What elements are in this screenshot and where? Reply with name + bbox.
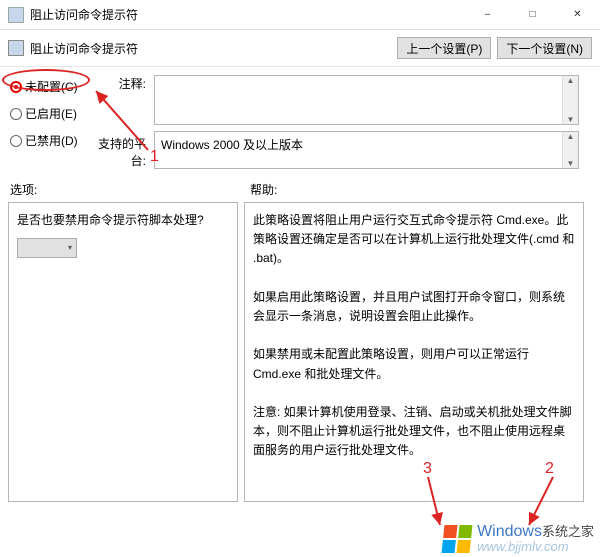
policy-icon: [8, 40, 24, 56]
scrollbar[interactable]: ▲▼: [562, 76, 578, 124]
window-title: 阻止访问命令提示符: [30, 6, 465, 23]
options-label: 选项:: [10, 181, 250, 198]
titlebar: 阻止访问命令提示符 – □ ✕: [0, 0, 600, 30]
radio-enabled[interactable]: 已启用(E): [10, 105, 92, 122]
watermark-sub: 系统之家: [542, 524, 594, 539]
next-setting-button[interactable]: 下一个设置(N): [497, 37, 592, 59]
policy-title: 阻止访问命令提示符: [30, 40, 391, 57]
config-area: 未配置(C) 已启用(E) 已禁用(D) 注释: ▲▼ 支持的平台: Windo…: [0, 69, 600, 173]
prev-setting-button[interactable]: 上一个设置(P): [397, 37, 491, 59]
windows-logo-icon: [442, 525, 473, 553]
platform-label: 支持的平台:: [96, 131, 154, 169]
help-panel: 此策略设置将阻止用户运行交互式命令提示符 Cmd.exe。此策略设置还确定是否可…: [244, 202, 584, 502]
options-question: 是否也要禁用命令提示符脚本处理?: [17, 211, 229, 230]
radio-dot-icon: [10, 108, 22, 120]
help-paragraph: 此策略设置将阻止用户运行交互式命令提示符 Cmd.exe。此策略设置还确定是否可…: [253, 211, 575, 269]
radio-label: 已启用(E): [25, 105, 77, 122]
help-paragraph: 注意: 如果计算机使用登录、注销、启动或关机批处理文件脚本，则不阻止计算机运行批…: [253, 403, 575, 461]
radio-dot-icon: [10, 81, 22, 93]
minimize-button[interactable]: –: [465, 1, 510, 29]
close-button[interactable]: ✕: [555, 1, 600, 29]
radio-label: 未配置(C): [25, 78, 78, 95]
scrollbar[interactable]: ▲▼: [562, 132, 578, 168]
watermark-url: www.bjjmlv.com: [477, 540, 594, 553]
help-paragraph: 如果启用此策略设置，并且用户试图打开命令窗口，则系统会显示一条消息，说明设置会阻…: [253, 288, 575, 326]
help-label: 帮助:: [250, 181, 277, 198]
chevron-down-icon: ▾: [68, 242, 72, 255]
options-panel: 是否也要禁用命令提示符脚本处理? ▾: [8, 202, 238, 502]
watermark: Windows系统之家 www.bjjmlv.com: [443, 524, 594, 553]
app-icon: [8, 7, 24, 23]
watermark-brand: Windows: [477, 523, 542, 540]
radio-label: 已禁用(D): [25, 132, 78, 149]
maximize-button[interactable]: □: [510, 1, 555, 29]
comment-textarea[interactable]: ▲▼: [154, 75, 579, 125]
comment-label: 注释:: [96, 75, 154, 92]
radio-disabled[interactable]: 已禁用(D): [10, 132, 92, 149]
header: 阻止访问命令提示符 上一个设置(P) 下一个设置(N): [0, 30, 600, 66]
platform-textarea[interactable]: Windows 2000 及以上版本 ▲▼: [154, 131, 579, 169]
radio-not-configured[interactable]: 未配置(C): [10, 78, 92, 95]
platform-value: Windows 2000 及以上版本: [161, 138, 303, 152]
radio-dot-icon: [10, 135, 22, 147]
script-processing-dropdown[interactable]: ▾: [17, 238, 77, 258]
help-paragraph: 如果禁用或未配置此策略设置，则用户可以正常运行 Cmd.exe 和批处理文件。: [253, 345, 575, 383]
